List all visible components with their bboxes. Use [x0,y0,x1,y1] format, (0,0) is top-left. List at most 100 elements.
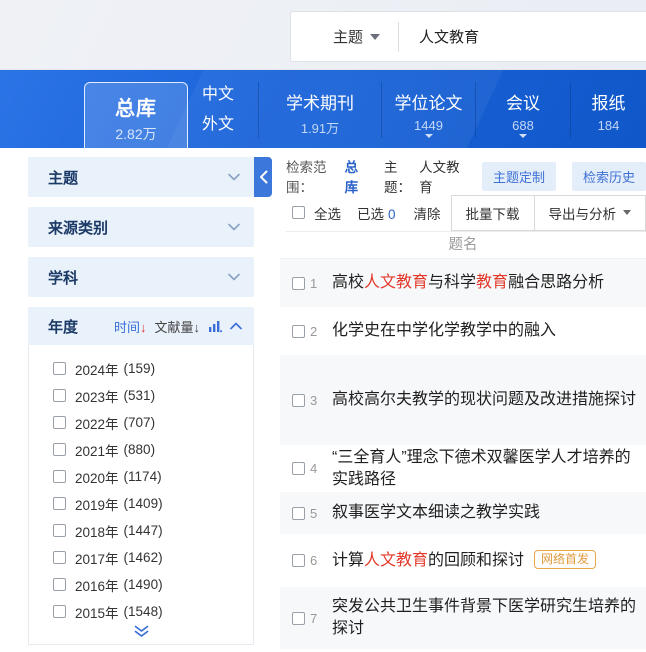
clear-selection-button[interactable]: 清除 [414,203,441,223]
sort-desc-arrow-icon: ↓ [140,320,147,335]
sidebar-section-0[interactable]: 主题 [28,157,254,197]
double-chevron-down-icon [29,625,253,638]
nav-tab-3[interactable]: 报纸 184 [570,82,646,138]
year-checkbox[interactable] [53,605,66,618]
bar-chart-icon[interactable] [208,319,222,333]
result-title-link[interactable]: 高校人文教育与科学教育融合思路分析 [332,272,640,294]
result-checkbox[interactable] [292,394,305,407]
results-list: 1 高校人文教育与科学教育融合思路分析 2 化学史在中学化学教学中的融入 3 高… [280,259,646,649]
chevron-down-icon [228,173,240,181]
sidebar-collapse-button[interactable] [254,157,272,197]
language-option-1[interactable]: 外文 [202,114,234,136]
result-title-link[interactable]: “三全育人”理念下德术双馨医学人才培养的实践路径 [332,447,640,491]
year-checkbox[interactable] [53,389,66,402]
result-checkbox[interactable] [292,277,305,290]
chevron-up-icon[interactable] [230,322,242,330]
select-all-label[interactable]: 全选 [314,203,341,223]
sort-desc-arrow-icon: ↓ [194,320,201,335]
top-header: 主题 人文教育 [0,0,646,70]
year-checkbox[interactable] [53,497,66,510]
search-input[interactable]: 人文教育 [399,26,646,47]
result-title-link[interactable]: 计算人文教育的回顾和探讨网络首发 [332,550,640,572]
result-index: 2 [310,324,332,339]
year-filter-item[interactable]: 2015年 (1548) [29,598,253,625]
nav-tab-2[interactable]: 会议 688 [475,82,570,138]
year-checkbox[interactable] [53,443,66,456]
search-box: 主题 人文教育 [290,11,646,62]
sort-by-volume-button[interactable]: 文献量↓ [154,317,200,336]
year-filter-item[interactable]: 2021年 (880) [29,436,253,463]
result-row: 2 化学史在中学化学教学中的融入 [280,307,646,355]
sidebar-section-1[interactable]: 来源类别 [28,207,254,247]
cnki-search-results-page: 主题 人文教育 学术期刊 1.91万 学位论文 1449 会议 688 报纸 1… [0,0,646,652]
chevron-down-icon [228,223,240,231]
result-title-link[interactable]: 化学史在中学化学教学中的融入 [332,320,640,342]
year-filter-item[interactable]: 2022年 (707) [29,409,253,436]
result-index: 3 [310,393,332,408]
year-checkbox[interactable] [53,524,66,537]
result-checkbox[interactable] [292,325,305,338]
search-field-label: 主题 [333,26,363,47]
database-nav-bar: 学术期刊 1.91万 学位论文 1449 会议 688 报纸 184 总库 2.… [0,70,646,148]
export-analyze-button[interactable]: 导出与分析 [535,195,646,231]
year-filter-header: 年度 时间↓ 文献量↓ [28,307,254,345]
result-title-link[interactable]: 高校高尔夫教学的现状问题及改进措施探讨 [332,389,640,411]
result-checkbox[interactable] [292,554,305,567]
year-filter-item[interactable]: 2019年 (1409) [29,490,253,517]
year-filter-item[interactable]: 2017年 (1462) [29,544,253,571]
nav-tab-total-active[interactable]: 总库 2.82万 [84,82,188,148]
year-checkbox[interactable] [53,578,66,591]
chevron-left-icon [259,170,268,184]
select-all-checkbox[interactable] [292,206,305,219]
year-filter-item[interactable]: 2016年 (1490) [29,571,253,598]
search-field-dropdown[interactable]: 主题 [291,12,398,61]
topic-label: 主题： [384,156,419,196]
topic-value: 人文教育 [419,156,466,196]
result-row: 1 高校人文教育与科学教育融合思路分析 [280,259,646,307]
year-filter-item[interactable]: 2020年 (1174) [29,463,253,490]
results-main-panel: 检索范围： 总库 主题： 人文教育 主题定制 检索历史 全选 已选0 清除 批量… [280,155,646,652]
total-tab-label: 总库 [85,92,187,121]
chevron-down-icon [519,134,527,138]
result-title-link[interactable]: 突发公共卫生事件背景下医学研究生培养的探讨 [332,596,640,640]
year-filter-item[interactable]: 2018年 (1447) [29,517,253,544]
year-filter-item[interactable]: 2024年 (159) [29,355,253,382]
result-row: 4 “三全育人”理念下德术双馨医学人才培养的实践路径 [280,445,646,492]
total-tab-count: 2.82万 [85,124,187,144]
year-checkbox[interactable] [53,551,66,564]
year-checkbox[interactable] [53,416,66,429]
chevron-down-icon [228,273,240,281]
search-history-button[interactable]: 检索历史 [572,162,646,191]
year-checkbox[interactable] [53,470,66,483]
results-column-header-title[interactable]: 题名 [280,232,646,259]
result-checkbox[interactable] [292,462,305,475]
sort-by-time-button[interactable]: 时间↓ [114,317,147,336]
result-title-link[interactable]: 叙事医学文本细读之教学实践 [332,502,640,524]
year-filter-item[interactable]: 2023年 (531) [29,382,253,409]
topic-customize-button[interactable]: 主题定制 [482,162,556,191]
selected-label: 已选0 [357,203,396,223]
language-switch: 中文外文 [202,84,234,136]
result-index: 4 [310,461,332,476]
result-index: 6 [310,553,332,568]
result-index: 1 [310,276,332,291]
batch-download-button[interactable]: 批量下载 [451,195,535,231]
toolbar-buttons: 批量下载 导出与分析 [451,195,646,231]
nav-tab-1[interactable]: 学位论文 1449 [381,82,475,138]
show-more-years-button[interactable] [29,625,253,638]
language-option-0[interactable]: 中文 [202,84,234,106]
scope-value-link[interactable]: 总库 [345,156,368,196]
result-checkbox[interactable] [292,612,305,625]
result-checkbox[interactable] [292,507,305,520]
result-row: 3 高校高尔夫教学的现状问题及改进措施探讨 [280,355,646,445]
year-sort-controls: 时间↓ 文献量↓ [114,317,242,336]
sidebar-section-2[interactable]: 学科 [28,257,254,297]
year-checkbox[interactable] [53,362,66,375]
result-row: 5 叙事医学文本细读之教学实践 [280,492,646,534]
selected-count: 0 [388,207,396,222]
filter-sidebar: 主题 来源类别 学科 [28,157,254,307]
result-row: 6 计算人文教育的回顾和探讨网络首发 [280,534,646,587]
scope-label: 检索范围： [286,156,345,196]
result-index: 7 [310,611,332,626]
nav-tab-0[interactable]: 学术期刊 1.91万 [258,82,381,138]
